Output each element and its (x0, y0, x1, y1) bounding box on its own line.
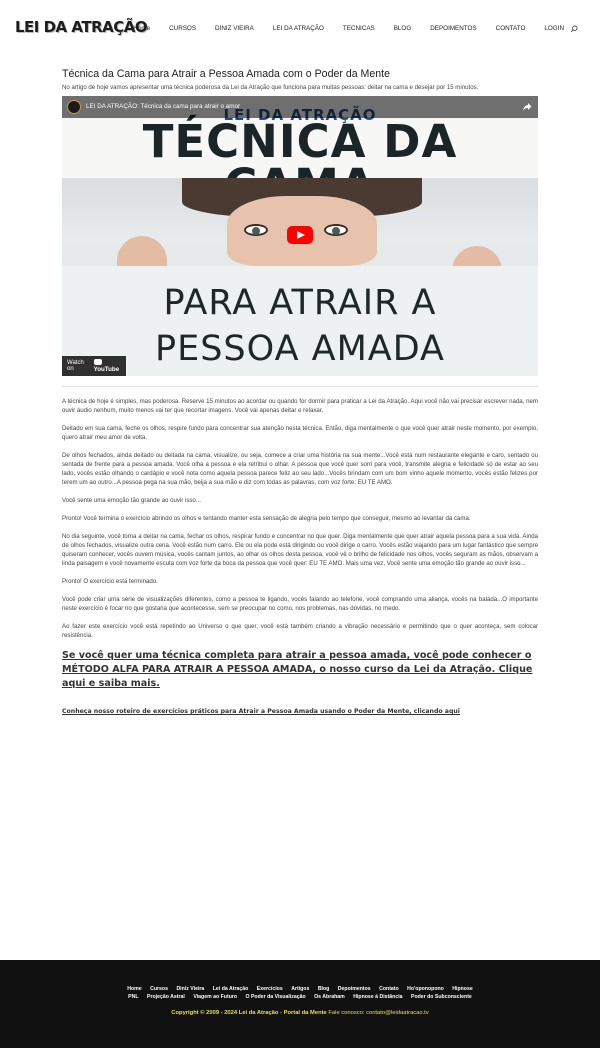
eye-right (324, 224, 348, 236)
nav-home[interactable]: Home (133, 25, 150, 32)
article-paragraph: Deitado em sua cama, feche os olhos, res… (62, 425, 538, 441)
site-footer: Home Cursos Diniz Vieira Lei da Atração … (0, 960, 600, 1048)
divider (62, 386, 538, 387)
nav-login[interactable]: LOGIN (544, 25, 564, 32)
video-embed[interactable]: LEI DA ATRAÇÃO TÉCNICA DA CAMA PARA ATRA… (62, 96, 538, 376)
footer-link[interactable]: Contato (379, 986, 399, 992)
main-nav: Home CURSOS DINIZ VIEIRA LEI DA ATRAÇÃO … (114, 25, 564, 32)
search-icon[interactable] (570, 25, 578, 33)
watch-on-youtube-button[interactable]: Watch on YouTube (62, 356, 126, 376)
footer-link[interactable]: Cursos (150, 986, 168, 992)
thumbnail-title-2-line1: PARA ATRAIR A (163, 283, 437, 323)
nav-cursos[interactable]: CURSOS (169, 25, 196, 32)
nav-depoimentos[interactable]: DEPOIMENTOS (430, 25, 476, 32)
footer-link[interactable]: Hipnose (452, 986, 472, 992)
article-paragraph: Você pode criar uma série de visualizaçõ… (62, 596, 538, 612)
article-paragraph: Pronto! O exercício está terminado. (62, 578, 158, 585)
footer-link[interactable]: Depoimentos (338, 986, 371, 992)
footer-link[interactable]: Viagem ao Futuro (193, 994, 237, 1000)
eye-left (244, 224, 268, 236)
footer-link[interactable]: Blog (318, 986, 330, 992)
nav-tecnicas[interactable]: TECNICAS (343, 25, 375, 32)
article-paragraph: Você sente uma emoção tão grande ao ouvi… (62, 497, 201, 504)
footer-link[interactable]: PNL (128, 994, 138, 1000)
footer-link[interactable]: Diniz Vieira (176, 986, 204, 992)
watch-on-label: Watch on (67, 360, 84, 372)
youtube-logo-icon: YouTube (93, 359, 126, 373)
video-bar-title[interactable]: LEI DA ATRAÇÃO: Técnica da cama para atr… (86, 103, 240, 110)
footer-link[interactable]: Os Abraham (314, 994, 345, 1000)
footer-link[interactable]: Hipnose à Distância (353, 994, 402, 1000)
article-paragraph: Ao fazer este exercício você está repeti… (62, 623, 538, 639)
youtube-label: YouTube (93, 366, 120, 373)
footer-link[interactable]: Ho'oponopono (407, 986, 444, 992)
contact-email-link[interactable]: Fale conosco: contato@leidaatracao.tv (328, 1010, 428, 1016)
footer-link[interactable]: O Poder da Visualização (246, 994, 306, 1000)
footer-link[interactable]: Projeção Astral (147, 994, 185, 1000)
nav-blog[interactable]: BLOG (394, 25, 412, 32)
exercises-cta-link[interactable]: Conheça nosso roteiro de exercícios prát… (62, 708, 538, 715)
site-header: LEI DA ATRAÇÃO Home CURSOS DINIZ VIEIRA … (0, 0, 600, 60)
course-cta-link[interactable]: Se você quer uma técnica completa para a… (62, 649, 538, 691)
copyright-text: Copyright © 2009 - 2024 Lei da Atração -… (171, 1010, 327, 1016)
thumbnail-title-2: PARA ATRAIR A PESSOA AMADA (62, 280, 538, 372)
page-title: Técnica da Cama para Atrair a Pessoa Ama… (62, 68, 390, 80)
article-intro: No artigo de hoje vamos apresentar uma t… (62, 84, 479, 91)
nav-contato[interactable]: CONTATO (496, 25, 526, 32)
article-paragraph: A técnica de hoje é simples, mas poderos… (62, 398, 538, 414)
thumbnail-title-2-line2: PESSOA AMADA (154, 329, 446, 369)
article-paragraph: De olhos fechados, ainda deitado ou deit… (62, 452, 538, 486)
article-content: Técnica da Cama para Atrair a Pessoa Ama… (62, 68, 538, 715)
share-icon[interactable] (522, 102, 532, 112)
footer-link[interactable]: Home (127, 986, 141, 992)
channel-avatar-icon[interactable] (67, 100, 81, 114)
article-paragraph: No dia seguinte, você torna a deitar na … (62, 533, 538, 567)
footer-link[interactable]: Poder do Subconsciente (411, 994, 472, 1000)
article-paragraph: Pronto! Você termina o exercício abrindo… (62, 515, 471, 522)
footer-link[interactable]: Exercícios (257, 986, 283, 992)
video-title-bar: LEI DA ATRAÇÃO: Técnica da cama para atr… (62, 96, 538, 118)
play-button-icon[interactable] (287, 226, 313, 244)
footer-links-row-2: PNL Projeção Astral Viagem ao Futuro O P… (0, 994, 600, 1000)
nav-lei-da-atracao[interactable]: LEI DA ATRAÇÃO (273, 25, 324, 32)
footer-links-row-1: Home Cursos Diniz Vieira Lei da Atração … (0, 986, 600, 992)
footer-copyright: Copyright © 2009 - 2024 Lei da Atração -… (0, 1010, 600, 1016)
footer-link[interactable]: Artigos (291, 986, 309, 992)
footer-link[interactable]: Lei da Atração (213, 986, 249, 992)
nav-diniz-vieira[interactable]: DINIZ VIEIRA (215, 25, 254, 32)
